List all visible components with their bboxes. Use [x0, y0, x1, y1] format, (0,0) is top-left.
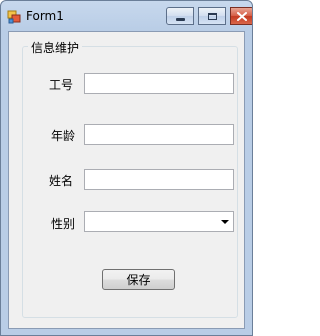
name-input[interactable] — [84, 169, 234, 190]
form-app-icon — [7, 10, 21, 24]
gender-select[interactable] — [84, 211, 234, 232]
employee-id-label: 工号 — [49, 78, 74, 92]
name-label: 姓名 — [49, 174, 74, 188]
employee-id-input[interactable] — [84, 73, 234, 94]
minimize-icon — [175, 18, 185, 21]
groupbox-title: 信息维护 — [28, 39, 83, 56]
age-label: 年龄 — [51, 129, 76, 143]
window-title: Form1 — [26, 9, 64, 23]
chevron-down-icon[interactable] — [221, 220, 229, 224]
close-button[interactable] — [230, 7, 252, 25]
gender-label: 性别 — [51, 217, 76, 231]
form1-window: Form1 信息维护 工号 年龄 姓名 性别 保存 — [0, 0, 253, 336]
maximize-button[interactable] — [198, 7, 226, 25]
age-input[interactable] — [84, 124, 234, 145]
title-bar[interactable]: Form1 — [1, 1, 252, 31]
save-button[interactable]: 保存 — [102, 269, 175, 290]
maximize-icon — [207, 12, 217, 20]
close-icon — [237, 11, 247, 21]
minimize-button[interactable] — [166, 7, 194, 25]
